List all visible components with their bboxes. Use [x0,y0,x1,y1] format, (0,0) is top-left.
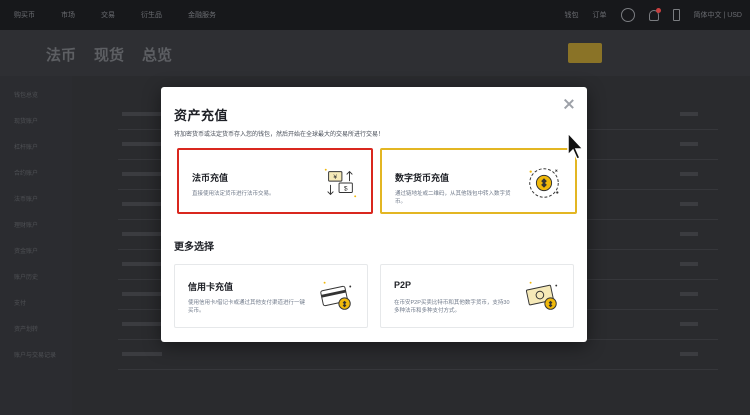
wallet-sidebar: 钱包总览 现货账户 杠杆账户 合约账户 法币账户 理财账户 资金账户 账户历史 … [0,76,72,415]
svg-text:¥: ¥ [333,174,337,181]
sidebar-item-spot[interactable]: 现货账户 [14,116,72,125]
sidebar-item-overview[interactable]: 钱包总览 [14,90,72,99]
sidebar-item-margin[interactable]: 杠杆账户 [14,142,72,151]
nav-item-derivatives[interactable]: 衍生品 [141,10,162,20]
mouse-cursor-icon [567,131,585,160]
p2p-deposit-card[interactable]: P2P 在币安P2P买卖比特币和其他数字货币，支持30多种法币和多种支付方式。 [380,264,574,328]
deposit-modal: 资产充值 将加密货币或法定货币存入您的钱包，然后开始在全球最大的交易所进行交易！… [161,87,587,342]
nav-item-trade[interactable]: 交易 [101,10,115,20]
sidebar-item-transfer[interactable]: 资产划转 [14,324,72,333]
p2p-deposit-desc: 在币安P2P买卖比特币和其他数字货币，支持30多种法币和多种支付方式。 [394,300,510,314]
modal-subtitle: 将加密货币或法定货币存入您的钱包，然后开始在全球最大的交易所进行交易！ [174,132,385,138]
deposit-button-bg[interactable] [568,43,602,63]
credit-card-deposit-title: 信用卡充值 [188,282,234,292]
credit-card-deposit-card[interactable]: 信用卡充值 使用信用卡/借记卡或通过其他支付渠道进行一键买币。 [174,264,368,328]
nav-item-finance[interactable]: 金融服务 [188,10,216,20]
modal-title: 资产充值 [174,108,229,123]
user-avatar-icon[interactable] [620,8,635,22]
p2p-deposit-title: P2P [394,280,412,290]
sidebar-item-fiat[interactable]: 法币账户 [14,194,72,203]
sidebar-item-pay[interactable]: 支付 [14,298,72,307]
top-right-menu: 钱包 订单 简体中文 | USD [565,0,743,30]
crypto-coin-icon [529,168,559,198]
language-currency-selector[interactable]: 简体中文 | USD [694,10,743,20]
nav-item-market[interactable]: 市场 [61,10,75,20]
wallet-subheader: 法币 现货 总览 [0,30,750,76]
sidebar-item-futures[interactable]: 合约账户 [14,168,72,177]
notification-bell-icon[interactable] [648,7,661,21]
tab-spot[interactable]: 现货 [94,44,124,65]
fiat-deposit-card[interactable]: 法币充值 直接使用法定货币进行法币交易。 ¥ $ [177,148,373,214]
nav-wallet[interactable]: 钱包 [565,10,579,20]
crypto-deposit-desc: 通过链地址或二维码，从其他钱包中转入数字货币。 [395,191,511,205]
p2p-cash-icon [525,281,558,310]
more-options-title: 更多选择 [174,242,214,253]
sidebar-item-funding[interactable]: 资金账户 [14,246,72,255]
sidebar-item-earn[interactable]: 理财账户 [14,220,72,229]
nav-orders[interactable]: 订单 [593,10,607,20]
list-item [118,340,718,370]
close-icon[interactable] [563,98,575,110]
tab-overview[interactable]: 总览 [142,44,172,65]
card-payment-icon [320,281,352,310]
mobile-app-icon[interactable] [672,9,680,21]
crypto-deposit-title: 数字货币充值 [395,173,450,183]
fiat-exchange-icon: ¥ $ [324,168,357,198]
svg-text:$: $ [344,186,348,193]
fiat-deposit-desc: 直接使用法定货币进行法币交易。 [192,191,275,197]
sidebar-item-history[interactable]: 账户历史 [14,272,72,281]
crypto-deposit-card[interactable]: 数字货币充值 通过链地址或二维码，从其他钱包中转入数字货币。 [380,148,577,214]
top-nav: 购买币 市场 交易 衍生品 金融服务 [0,10,242,20]
wallet-tabs: 法币 现货 总览 [46,44,172,65]
sidebar-item-records[interactable]: 账户与交易记录 [14,350,72,359]
credit-card-deposit-desc: 使用信用卡/借记卡或通过其他支付渠道进行一键买币。 [188,300,306,314]
tab-fiat[interactable]: 法币 [46,44,76,65]
nav-item-buy[interactable]: 购买币 [14,10,35,20]
fiat-deposit-title: 法币充值 [192,173,229,183]
top-navigation-bar: 购买币 市场 交易 衍生品 金融服务 钱包 订单 简体中文 | USD [0,0,750,30]
